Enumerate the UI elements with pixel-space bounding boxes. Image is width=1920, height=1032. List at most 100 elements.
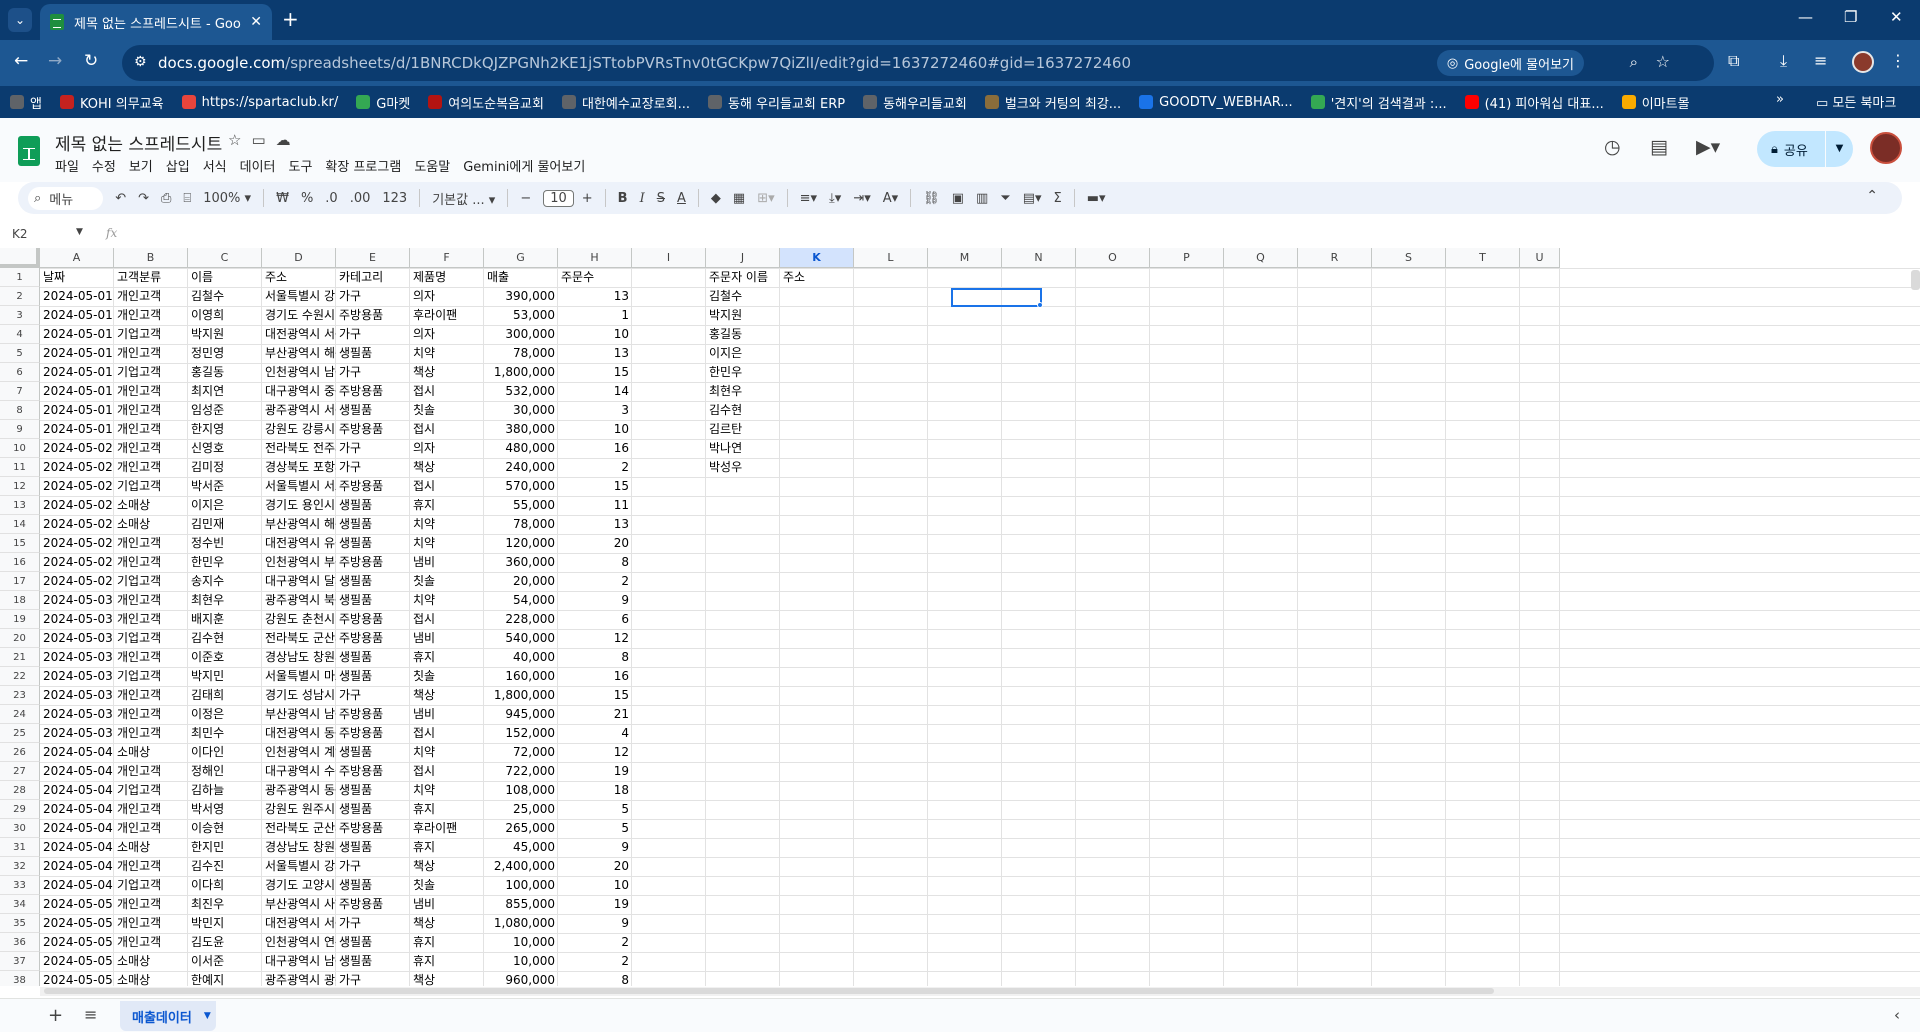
cell[interactable]: 주소 [780, 268, 854, 287]
cell[interactable]: 부산광역시 사하구 [262, 895, 336, 914]
cell[interactable]: 2024-05-03 [40, 610, 114, 629]
cell[interactable]: 생필품 [336, 933, 410, 952]
cell[interactable]: 배지훈 [188, 610, 262, 629]
cell[interactable]: 치약 [410, 534, 484, 553]
cell[interactable]: 주방용품 [336, 819, 410, 838]
cell[interactable]: 300,000 [484, 325, 558, 344]
row-header[interactable]: 14 [0, 515, 40, 534]
cell[interactable]: 15 [558, 363, 632, 382]
restore-icon[interactable]: ❐ [1844, 8, 1857, 26]
cell[interactable]: 한민우 [706, 363, 780, 382]
row-header[interactable]: 11 [0, 458, 40, 477]
cell[interactable]: 2024-05-05 [40, 933, 114, 952]
cell[interactable]: 치약 [410, 591, 484, 610]
cell[interactable]: 접시 [410, 477, 484, 496]
column-header[interactable]: L [854, 248, 928, 268]
cell[interactable]: 치약 [410, 515, 484, 534]
italic-icon[interactable]: I [640, 191, 645, 206]
cell[interactable]: 책상 [410, 857, 484, 876]
cell[interactable]: 냄비 [410, 895, 484, 914]
cell[interactable]: 480,000 [484, 439, 558, 458]
cell[interactable]: 8 [558, 648, 632, 667]
row-header[interactable]: 23 [0, 686, 40, 705]
cell[interactable]: 대구광역시 달서구 [262, 572, 336, 591]
cell[interactable]: 9 [558, 591, 632, 610]
cell[interactable]: 10 [558, 325, 632, 344]
row-header[interactable]: 6 [0, 363, 40, 382]
cell[interactable]: 대구광역시 수성구 [262, 762, 336, 781]
cell[interactable]: 개인고객 [114, 439, 188, 458]
cell[interactable]: 생필품 [336, 743, 410, 762]
cell[interactable]: 경기도 용인시 수지 [262, 496, 336, 515]
cell[interactable]: 생필품 [336, 515, 410, 534]
cell[interactable]: 박지민 [188, 667, 262, 686]
text-rotation-icon[interactable]: A▾ [883, 191, 898, 206]
cell[interactable]: 54,000 [484, 591, 558, 610]
cell[interactable]: 개인고객 [114, 857, 188, 876]
all-bookmarks[interactable]: ▭ 모든 북마크 [1816, 92, 1896, 111]
cell[interactable]: 정해인 [188, 762, 262, 781]
cell[interactable]: 기업고객 [114, 572, 188, 591]
cell[interactable]: 10 [558, 420, 632, 439]
column-header[interactable]: C [188, 248, 262, 268]
cell[interactable]: 주방용품 [336, 895, 410, 914]
close-tab-icon[interactable]: ✕ [250, 14, 262, 30]
cell[interactable]: 개인고객 [114, 287, 188, 306]
row-header[interactable]: 27 [0, 762, 40, 781]
cell[interactable]: 3 [558, 401, 632, 420]
meet-icon[interactable]: ▶▾ [1696, 136, 1720, 158]
cell[interactable]: 이준호 [188, 648, 262, 667]
url-omnibox[interactable]: ⚙ docs.google.com/spreadsheets/d/1BNRCDk… [122, 45, 1714, 81]
cell[interactable]: 김미정 [188, 458, 262, 477]
cell[interactable]: 전라북도 군산시 조 [262, 819, 336, 838]
cell[interactable]: 2024-05-04 [40, 819, 114, 838]
cell[interactable]: 개인고객 [114, 800, 188, 819]
cell[interactable]: 주문수 [558, 268, 632, 287]
spreadsheet-grid[interactable]: A B C D E F G H I J K L M N O P Q R S T U 1 2 3 4 5 6 7 8 9 10 11 12 13 14… [0, 248, 1920, 986]
column-header[interactable]: A [40, 248, 114, 268]
cell[interactable]: 722,000 [484, 762, 558, 781]
cell[interactable]: 후라이팬 [410, 306, 484, 325]
cell[interactable]: 소매상 [114, 743, 188, 762]
comments-icon[interactable]: ▤ [1650, 136, 1668, 158]
cell[interactable]: 주방용품 [336, 477, 410, 496]
cell[interactable]: 기업고객 [114, 629, 188, 648]
font-select[interactable]: 기본값 ... ▾ [432, 189, 495, 208]
close-window-icon[interactable]: ✕ [1890, 8, 1903, 26]
cell[interactable]: 경기도 수원시 팔달 [262, 306, 336, 325]
cell[interactable]: 광주광역시 서구 치 [262, 401, 336, 420]
borders-icon[interactable]: ▦ [733, 191, 745, 206]
row-header[interactable]: 18 [0, 591, 40, 610]
cell[interactable]: 인천광역시 계양구 [262, 743, 336, 762]
cell[interactable]: 책상 [410, 458, 484, 477]
move-folder-icon[interactable]: ▭ [251, 131, 275, 149]
bookmark-item[interactable]: (41) 피아워십 대표... [1464, 93, 1604, 112]
reload-icon[interactable]: ↻ [84, 51, 98, 71]
star-icon[interactable]: ☆ [228, 131, 251, 149]
media-icon[interactable]: ≡ [1814, 51, 1827, 70]
cell[interactable]: 18 [558, 781, 632, 800]
cell[interactable]: 2024-05-03 [40, 686, 114, 705]
cell[interactable]: 냄비 [410, 629, 484, 648]
cell[interactable]: 박지원 [706, 306, 780, 325]
cell[interactable]: 김철수 [706, 287, 780, 306]
cell[interactable]: 이지은 [706, 344, 780, 363]
cell[interactable]: 1,800,000 [484, 363, 558, 382]
cell[interactable]: 6 [558, 610, 632, 629]
menu-item[interactable]: 수정 [92, 156, 116, 175]
cell[interactable]: 12 [558, 629, 632, 648]
cell[interactable]: 2 [558, 458, 632, 477]
cell[interactable]: 12 [558, 743, 632, 762]
cell[interactable]: 개인고객 [114, 686, 188, 705]
cell[interactable]: 송지수 [188, 572, 262, 591]
cell[interactable]: 개인고객 [114, 762, 188, 781]
cell[interactable]: 20,000 [484, 572, 558, 591]
sheet-tab[interactable]: 매출데이터 ▼ [120, 1001, 216, 1031]
cell[interactable]: 가구 [336, 458, 410, 477]
cell[interactable]: 120,000 [484, 534, 558, 553]
menu-item[interactable]: 파일 [55, 156, 79, 175]
cell[interactable]: 주문자 이름 [706, 268, 780, 287]
share-button[interactable]: 🔒︎ 공유 ▼ [1757, 131, 1853, 167]
column-header[interactable]: O [1076, 248, 1150, 268]
cell[interactable]: 칫솔 [410, 876, 484, 895]
